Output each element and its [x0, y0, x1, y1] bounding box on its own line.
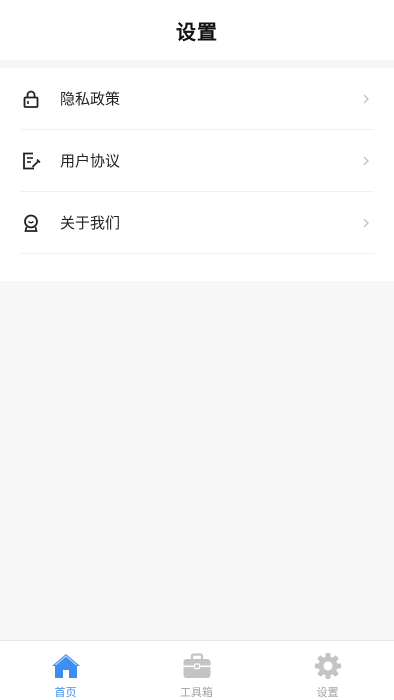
settings-menu: 隐私政策 用户协议 关于我们: [0, 68, 394, 281]
page-title: 设置: [176, 19, 218, 44]
lock-icon: [20, 88, 42, 110]
tab-label: 工具箱: [180, 686, 213, 699]
menu-item-label: 用户协议: [60, 152, 121, 170]
tab-label: 设置: [316, 686, 339, 699]
menu-item-label: 关于我们: [60, 214, 121, 232]
bottom-tab-bar: 首页 工具箱 设置: [0, 640, 394, 700]
header: 设置: [0, 0, 394, 60]
toolbox-icon: [182, 651, 212, 681]
menu-item-privacy-policy[interactable]: 隐私政策: [20, 68, 374, 130]
tab-settings[interactable]: 设置: [262, 641, 393, 700]
tab-toolbox[interactable]: 工具箱: [131, 641, 262, 700]
menu-item-user-agreement[interactable]: 用户协议: [20, 130, 374, 192]
tab-label: 首页: [54, 686, 77, 699]
app-screen: 设置 隐私政策 用户协议 关于我们 首页 工具箱 设置: [0, 0, 394, 700]
chevron-right-icon: [360, 93, 372, 105]
home-icon: [51, 651, 81, 681]
chevron-right-icon: [360, 155, 372, 167]
tab-home[interactable]: 首页: [0, 641, 131, 700]
menu-item-label: 隐私政策: [60, 90, 121, 108]
menu-item-about-us[interactable]: 关于我们: [20, 192, 374, 254]
gear-icon: [313, 651, 343, 681]
person-badge-icon: [20, 212, 42, 234]
chevron-right-icon: [360, 217, 372, 229]
edit-document-icon: [20, 150, 42, 172]
